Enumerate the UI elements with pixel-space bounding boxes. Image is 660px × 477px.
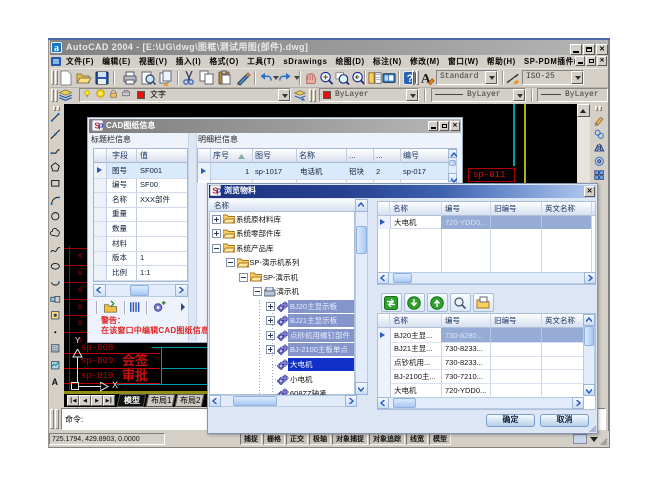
svg-text:A: A	[52, 377, 59, 387]
svg-text:P: P	[216, 188, 221, 197]
svg-text:a: a	[54, 43, 59, 53]
svg-text:P: P	[98, 123, 103, 132]
